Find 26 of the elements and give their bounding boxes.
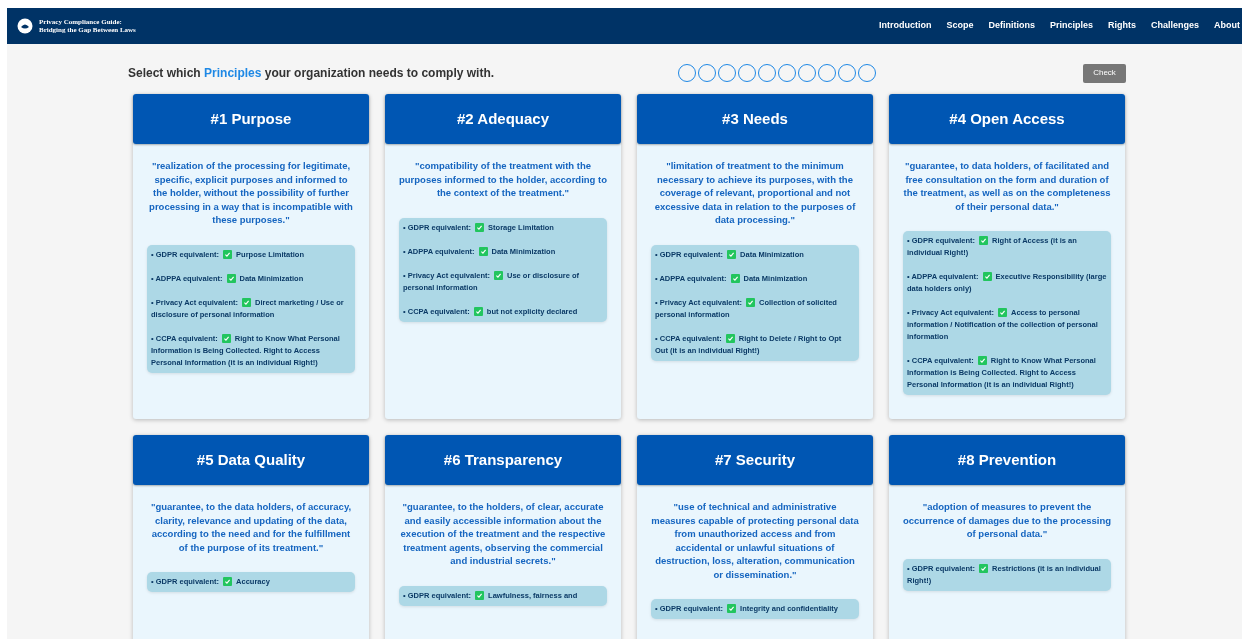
card-title: #4 Open Access bbox=[889, 94, 1125, 144]
principle-quote: "guarantee, to the holders, of clear, accurate and easily accessible information about the execution of the treatment and the respective treatment agents, observing the commercial and industrial secrets." bbox=[399, 500, 607, 568]
card-title: #5 Data Quality bbox=[133, 435, 369, 485]
principle-quote: "adoption of measures to prevent the occurrence of damages due to the processing of personal data." bbox=[902, 500, 1112, 541]
logo-icon bbox=[17, 18, 33, 34]
principle-quote: "guarantee, to data holders, of facilitated and free consultation on the form and duration of the treatment, as well as on the completeness of their personal data." bbox=[902, 159, 1112, 213]
card-title: #8 Prevention bbox=[889, 435, 1125, 485]
principle-quote: "limitation of treatment to the minimum necessary to achieve its purposes, with the coverage of relevant, proportional and not excessive data in relation to the purposes of data processing." bbox=[653, 159, 857, 227]
card-title: #3 Needs bbox=[637, 94, 873, 144]
quiz-prompt: Select which Principles your organization needs to comply with. bbox=[128, 65, 496, 82]
card-title: #2 Adequacy bbox=[385, 94, 621, 144]
nav-link[interactable]: Introduction bbox=[878, 19, 932, 33]
nav-link[interactable]: Principles bbox=[1049, 19, 1093, 33]
nav-link[interactable]: Challenges bbox=[1151, 19, 1199, 33]
nav-link[interactable]: About bbox=[1214, 19, 1240, 33]
card-title: #7 Security bbox=[637, 435, 873, 485]
nav-link[interactable]: Rights bbox=[1108, 19, 1136, 33]
principle-quote: "realization of the processing for legitimate, specific, explicit purposes and informed to the holder, without the possibility of further processing in a way that is incompatible with these purposes." bbox=[148, 159, 354, 227]
card-title: #1 Purpose bbox=[133, 94, 369, 144]
nav-link[interactable]: Scope bbox=[946, 19, 974, 33]
principle-quote: "compatibility of the treatment with the purposes informed to the holder, according to the context of the treatment." bbox=[398, 159, 608, 200]
check-button[interactable]: Check bbox=[1083, 63, 1126, 83]
nav-link[interactable]: Definitions bbox=[988, 19, 1035, 33]
card-title: #6 Transparency bbox=[385, 435, 621, 485]
principle-quote: "guarantee, to the data holders, of accuracy, clarity, relevance and updating of the data, according to the need and for the fulfillment of the purpose of its treatment." bbox=[149, 500, 353, 554]
principle-quote: "use of technical and administrative measures capable of protecting personal data from unauthorized access and from accidental or unlawful situations of destruction, loss, alteration, communication or dissemination." bbox=[650, 500, 860, 581]
